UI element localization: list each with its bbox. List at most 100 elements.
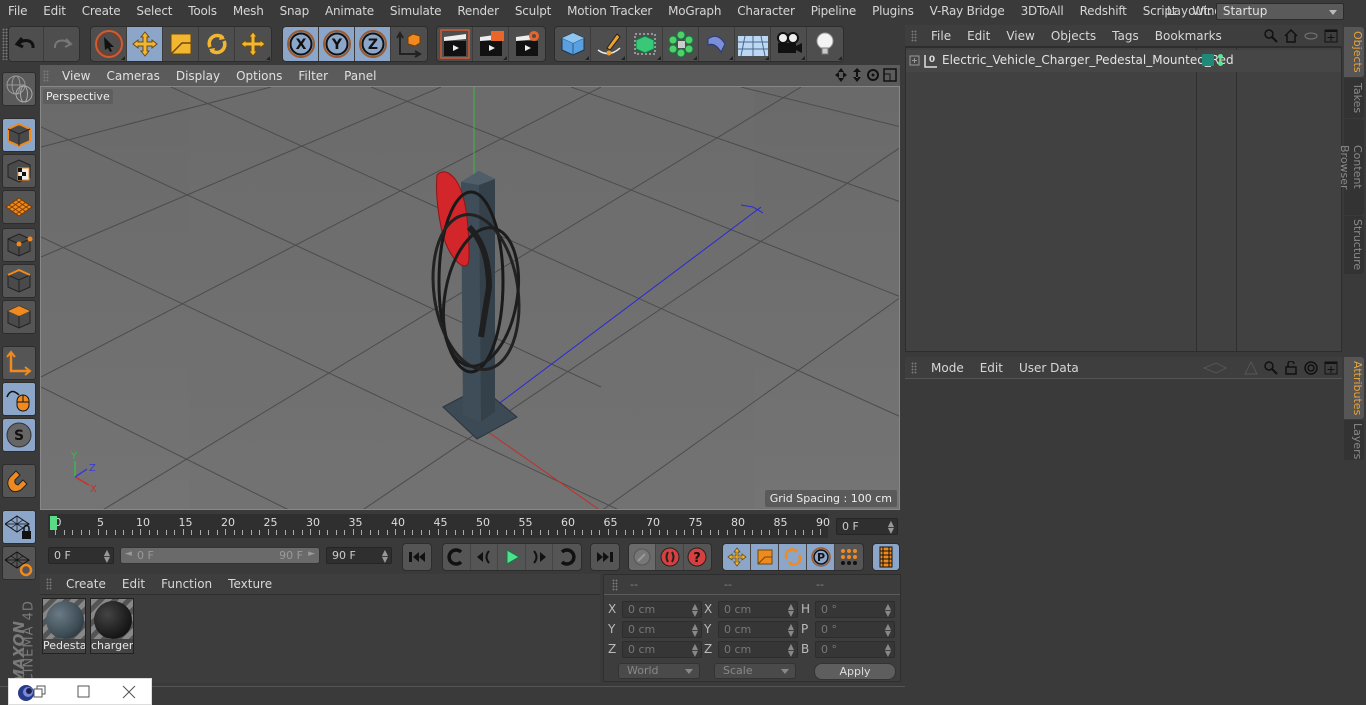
auto-keying-button[interactable]	[656, 544, 684, 570]
coordinate-mode-dropdown[interactable]: Scale	[714, 663, 796, 679]
light-button[interactable]	[807, 27, 843, 61]
pen-spline-button[interactable]	[591, 27, 627, 61]
menu-simulate[interactable]: Simulate	[382, 4, 449, 18]
timeline-window-button[interactable]	[873, 544, 899, 570]
cloner-button[interactable]	[663, 27, 699, 61]
expand-icon[interactable]	[909, 55, 921, 67]
history-back-forward-icon[interactable]	[1202, 361, 1238, 375]
objects-menu-view[interactable]: View	[998, 29, 1042, 43]
menu-mesh[interactable]: Mesh	[225, 4, 272, 18]
tab-attributes[interactable]: Attributes	[1344, 357, 1364, 419]
model-mode-button[interactable]	[2, 118, 36, 152]
coordinate-field[interactable]: 0 ° ▲ ▼	[815, 601, 895, 618]
viewport-menu-panel[interactable]: Panel	[336, 69, 384, 83]
polygons-mode-button[interactable]	[2, 300, 36, 334]
timeline-playhead[interactable]	[50, 516, 57, 530]
zoom-view-icon[interactable]	[851, 67, 863, 83]
viewport-menu-filter[interactable]: Filter	[290, 69, 336, 83]
viewport-camera-label[interactable]: Perspective	[43, 89, 113, 104]
tab-structure[interactable]: Structure	[1344, 216, 1364, 274]
home-icon[interactable]	[1284, 29, 1298, 43]
attributes-menu-edit[interactable]: Edit	[972, 361, 1011, 375]
next-frame-button[interactable]	[526, 544, 554, 570]
menu-tools[interactable]: Tools	[180, 4, 225, 18]
tweak-mode-button[interactable]	[2, 382, 36, 416]
render-view-button[interactable]	[437, 27, 473, 61]
coordinate-space-dropdown[interactable]: World	[618, 663, 700, 679]
close-icon[interactable]	[122, 685, 136, 699]
menu-mograph[interactable]: MoGraph	[660, 4, 729, 18]
target-icon[interactable]	[1304, 361, 1318, 375]
objects-menu-file[interactable]: File	[923, 29, 959, 43]
key-position-button[interactable]	[723, 544, 751, 570]
z-axis-button[interactable]: Z	[355, 27, 391, 61]
current-frame-field[interactable]: 0 F ▲ ▼	[836, 518, 898, 535]
snap-button[interactable]	[2, 464, 36, 498]
render-picture-viewer-button[interactable]	[473, 27, 509, 61]
scale-tool-button[interactable]	[163, 27, 199, 61]
coordinate-field[interactable]: 0 cm ▲ ▼	[622, 641, 702, 658]
goto-start-button[interactable]	[403, 544, 431, 570]
prev-frame-button[interactable]	[471, 544, 499, 570]
goto-end-button[interactable]	[591, 544, 619, 570]
material-swatch-charger[interactable]: charger	[90, 598, 134, 654]
y-axis-button[interactable]: Y	[319, 27, 355, 61]
locked-workplane-button[interactable]	[2, 510, 36, 544]
frame-range-slider[interactable]: ◄ 0 F 90 F ►	[120, 547, 320, 564]
start-frame-field[interactable]: 0 F ▲ ▼	[48, 547, 114, 564]
tab-layers[interactable]: Layers	[1344, 420, 1364, 460]
coordinates-grip[interactable]	[612, 579, 618, 591]
3d-viewport[interactable]: Y Z X Perspective Grid Spacing : 100 cm	[40, 86, 900, 510]
texture-mode-button[interactable]	[2, 154, 36, 188]
objects-menu-edit[interactable]: Edit	[959, 29, 998, 43]
coordinate-field[interactable]: 0 cm ▲ ▼	[622, 601, 702, 618]
pan-view-icon[interactable]	[834, 67, 848, 83]
key-scale-button[interactable]	[751, 544, 779, 570]
solo-mode-button[interactable]: S	[2, 418, 36, 452]
viewport-menu-view[interactable]: View	[54, 69, 98, 83]
objects-menu-objects[interactable]: Objects	[1043, 29, 1104, 43]
rotate-view-icon[interactable]	[866, 67, 880, 83]
coordinate-field[interactable]: 0 cm ▲ ▼	[718, 641, 798, 658]
menu-vray-bridge[interactable]: V-Ray Bridge	[922, 4, 1013, 18]
tab-content-browser[interactable]: Content Browser	[1338, 119, 1364, 215]
restore-icon[interactable]	[33, 685, 47, 699]
maximize-icon[interactable]	[77, 685, 91, 699]
make-editable-button[interactable]	[2, 72, 36, 106]
rotate-tool-button[interactable]	[199, 27, 235, 61]
menu-file[interactable]: File	[0, 4, 35, 18]
material-grip[interactable]	[46, 578, 52, 590]
key-parameter-button[interactable]: P	[807, 544, 835, 570]
search-icon[interactable]	[1264, 29, 1278, 43]
objects-grip[interactable]	[911, 29, 917, 42]
axis-mode-button[interactable]	[2, 346, 36, 380]
menu-motion-tracker[interactable]: Motion Tracker	[559, 4, 660, 18]
coordinate-system-button[interactable]	[391, 27, 427, 61]
menu-sculpt[interactable]: Sculpt	[507, 4, 559, 18]
planar-workplane-button[interactable]	[2, 546, 36, 580]
timeline-ruler[interactable]: 0 5 10 15 20 25 30 35 40 45 50 55 60 65 70 75 80 85 90	[48, 514, 830, 538]
menu-animate[interactable]: Animate	[317, 4, 382, 18]
material-swatch-pedestal[interactable]: Pedesta	[42, 598, 86, 654]
new-panel-icon[interactable]	[1324, 361, 1338, 375]
object-name[interactable]: Electric_Vehicle_Charger_Pedestal_Mounte…	[942, 53, 1234, 67]
menu-3dtoall[interactable]: 3DToAll	[1013, 4, 1072, 18]
transform-tool-button[interactable]	[235, 27, 271, 61]
end-frame-field[interactable]: 90 F ▲ ▼	[326, 547, 392, 564]
menu-render[interactable]: Render	[449, 4, 507, 18]
coordinate-field[interactable]: 0 cm ▲ ▼	[718, 601, 798, 618]
viewport-menu-options[interactable]: Options	[228, 69, 290, 83]
workplane-mode-button[interactable]	[2, 190, 36, 224]
points-mode-button[interactable]	[2, 228, 36, 262]
select-tool-button[interactable]	[91, 27, 127, 61]
apply-button[interactable]: Apply	[814, 663, 896, 680]
objects-menu-bookmarks[interactable]: Bookmarks	[1147, 29, 1230, 43]
deformer-button[interactable]	[699, 27, 735, 61]
material-menu-edit[interactable]: Edit	[114, 577, 153, 591]
up-arrow-icon[interactable]	[1244, 361, 1258, 375]
object-row[interactable]: 0 Electric_Vehicle_Charger_Pedestal_Moun…	[906, 50, 1341, 72]
viewport-grip[interactable]	[43, 69, 49, 82]
layer-color-tag[interactable]	[1202, 54, 1214, 66]
objects-menu-tags[interactable]: Tags	[1104, 29, 1147, 43]
layout-dropdown[interactable]: Startup	[1215, 2, 1344, 20]
